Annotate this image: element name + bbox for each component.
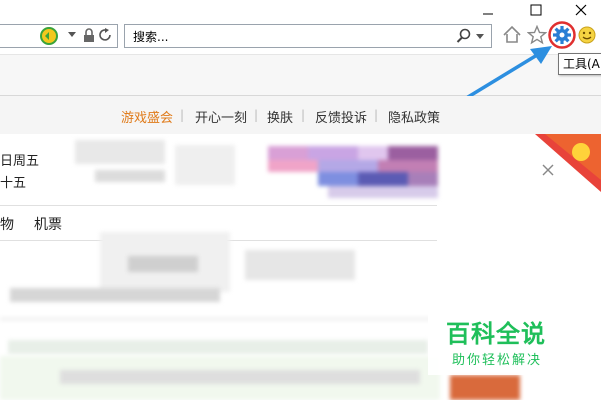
nav-divider: | xyxy=(301,108,306,122)
watermark-subtitle: 助你轻松解决 xyxy=(452,353,543,368)
smiley-icon[interactable] xyxy=(578,26,596,44)
search-input[interactable]: 搜索... xyxy=(124,24,492,48)
nav-divider: | xyxy=(254,108,259,122)
tab-shopping[interactable]: 物 xyxy=(0,214,14,234)
lock-icon xyxy=(84,28,94,42)
tools-tooltip: 工具(Al xyxy=(558,53,601,75)
nav-link-privacy[interactable]: 隐私政策 xyxy=(388,107,440,126)
nav-link-fun[interactable]: 开心一刻 xyxy=(195,107,247,126)
blurred-content xyxy=(128,256,198,272)
logo-360-icon xyxy=(40,27,58,45)
date-line-1: 日周五 xyxy=(0,154,40,169)
dropdown-icon[interactable] xyxy=(68,32,76,38)
address-bar[interactable] xyxy=(0,24,118,48)
title-bar xyxy=(0,0,601,20)
banner-image xyxy=(268,146,438,198)
blurred-content xyxy=(60,370,420,384)
blurred-content xyxy=(95,170,165,182)
close-icon[interactable] xyxy=(541,163,555,177)
nav-link-feedback[interactable]: 反馈投诉 xyxy=(315,107,367,126)
minimize-icon[interactable] xyxy=(480,2,496,18)
blurred-image xyxy=(450,375,520,400)
blurred-content xyxy=(75,140,165,164)
close-icon[interactable] xyxy=(573,2,589,18)
blurred-content xyxy=(245,250,355,280)
blurred-content xyxy=(10,288,220,302)
blurred-content xyxy=(8,340,428,354)
maximize-icon[interactable] xyxy=(528,2,544,18)
nav-link-skin[interactable]: 换肤 xyxy=(267,107,293,126)
search-placeholder: 搜索... xyxy=(133,30,169,44)
nav-link-games[interactable]: 游戏盛会 xyxy=(121,107,173,126)
watermark-title: 百科全说 xyxy=(446,320,546,348)
nav-divider: | xyxy=(374,108,379,122)
blurred-content xyxy=(175,145,235,185)
date-line-2: 十五 xyxy=(0,176,27,191)
refresh-icon[interactable] xyxy=(99,28,113,43)
tab-flights[interactable]: 机票 xyxy=(34,214,62,234)
nav-divider: | xyxy=(180,108,185,122)
